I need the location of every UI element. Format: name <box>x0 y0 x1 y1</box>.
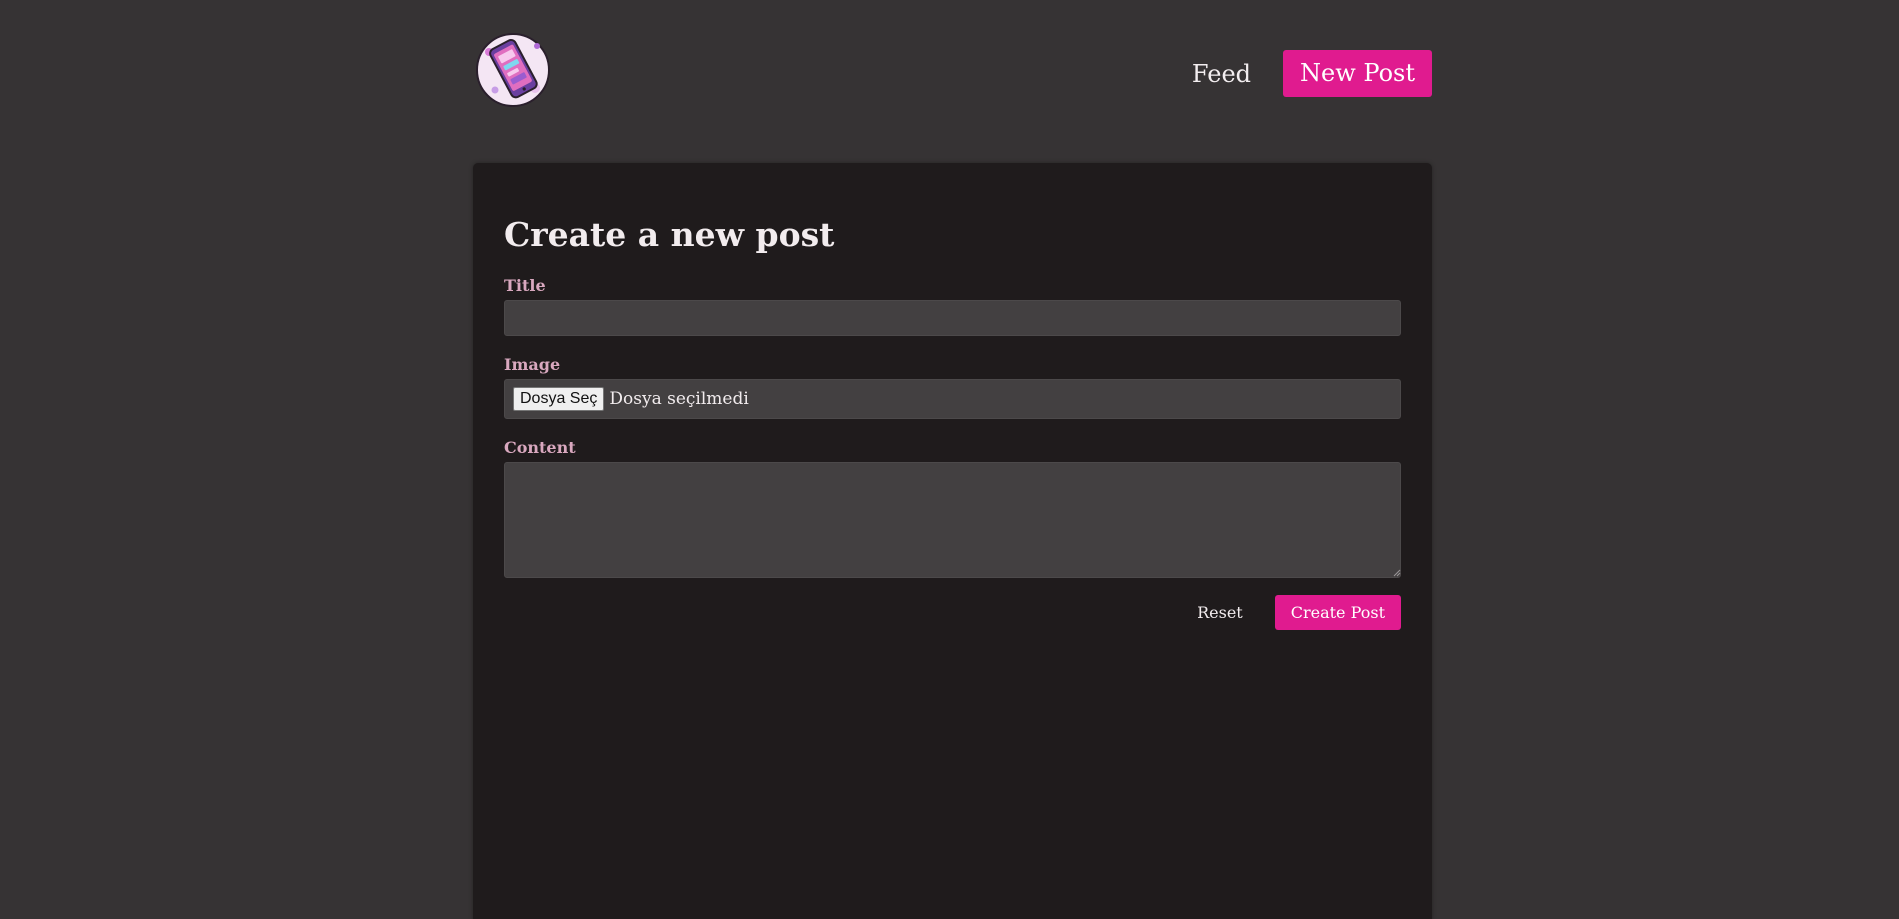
main-nav: Feed New Post <box>1192 50 1432 97</box>
new-post-card: Create a new post Title Image Dosya Seç … <box>473 163 1432 919</box>
nav-new-post-button[interactable]: New Post <box>1283 50 1432 97</box>
create-post-button[interactable]: Create Post <box>1274 595 1401 630</box>
page: Feed New Post Create a new post Title Im… <box>0 0 1899 919</box>
reset-button[interactable]: Reset <box>1197 603 1243 622</box>
resize-grip-icon[interactable] <box>1393 569 1401 577</box>
content-label: Content <box>504 438 576 457</box>
header: Feed New Post <box>472 30 1432 112</box>
file-status-text: Dosya seçilmedi <box>609 389 749 409</box>
title-label: Title <box>504 276 546 295</box>
logo-icon[interactable] <box>475 32 551 108</box>
content-textarea[interactable] <box>504 462 1401 578</box>
content-field-wrapper <box>504 462 1402 578</box>
new-post-form: Create a new post Title Image Dosya Seç … <box>504 213 1402 630</box>
page-title: Create a new post <box>504 215 835 254</box>
image-label: Image <box>504 355 561 374</box>
nav-feed-link[interactable]: Feed <box>1192 60 1251 88</box>
form-actions: Reset Create Post <box>504 595 1401 630</box>
title-input[interactable] <box>504 300 1401 336</box>
image-file-input[interactable]: Dosya Seç Dosya seçilmedi <box>504 379 1401 419</box>
choose-file-button[interactable]: Dosya Seç <box>513 387 605 411</box>
